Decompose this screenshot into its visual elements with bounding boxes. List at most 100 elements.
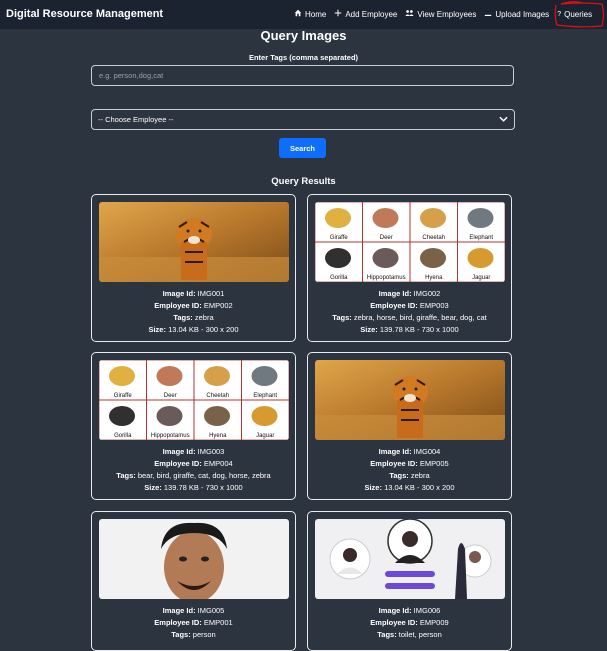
image-id-label: Image Id:: [378, 289, 412, 298]
result-image[interactable]: [315, 360, 505, 440]
nav-links: Home Add Employee View Employees Upload …: [294, 9, 592, 19]
plus-icon: [334, 9, 342, 19]
tiger-photo: [99, 202, 289, 282]
svg-text:Deer: Deer: [380, 235, 393, 241]
tags-label: Tags:: [332, 313, 352, 322]
svg-text:Jaguar: Jaguar: [256, 433, 274, 439]
image-id-value: IMG004: [413, 447, 441, 456]
animal-chart: Giraffe Deer Cheetah Elephant Gorilla Hippopo…: [315, 202, 505, 282]
employee-id-label: Employee ID:: [154, 459, 202, 468]
employee-id-label: Employee ID:: [154, 301, 202, 310]
card-meta: Image Id: IMG006 Employee ID: EMP009 Tag…: [308, 605, 511, 641]
employee-id-value: EMP003: [419, 301, 449, 310]
employee-id-value: EMP005: [419, 459, 449, 468]
employee-id-label: Employee ID:: [370, 301, 418, 310]
tags-label: Tags:: [389, 471, 409, 480]
tags-label: Tags:: [377, 630, 397, 639]
tags-value: zebra, horse, bird, giraffe, bear, dog, …: [353, 313, 487, 322]
svg-text:Hippopotamus: Hippopotamus: [367, 275, 406, 281]
image-id-label: Image Id:: [162, 289, 196, 298]
people-illustration: [315, 519, 505, 599]
size-label: Size:: [364, 483, 382, 492]
image-id-label: Image Id:: [162, 606, 196, 615]
nav-add-employee-label: Add Employee: [345, 9, 398, 19]
result-card: Image Id: IMG006 Employee ID: EMP009 Tag…: [307, 511, 512, 651]
tags-label: Tags:: [116, 471, 136, 480]
image-id-value: IMG005: [197, 606, 225, 615]
image-id-value: IMG006: [413, 606, 441, 615]
image-id-label: Image Id:: [378, 606, 412, 615]
svg-text:Gorilla: Gorilla: [330, 275, 348, 281]
card-meta: Image Id: IMG004 Employee ID: EMP005 Tag…: [308, 446, 511, 494]
card-meta: Image Id: IMG005 Employee ID: EMP001 Tag…: [92, 605, 295, 641]
size-label: Size:: [148, 325, 166, 334]
image-id-value: IMG003: [197, 447, 225, 456]
results-title: Query Results: [271, 176, 336, 187]
svg-text:Hyena: Hyena: [209, 433, 227, 439]
employee-id-label: Employee ID:: [370, 459, 418, 468]
svg-text:Hippopotamus: Hippopotamus: [151, 433, 190, 439]
tags-value: person: [192, 630, 216, 639]
size-label: Size:: [144, 483, 162, 492]
chevron-down-icon: [499, 115, 508, 124]
size-value: 13.04 KB - 300 x 200: [168, 325, 239, 334]
svg-text:Elephant: Elephant: [253, 393, 277, 399]
svg-text:Deer: Deer: [164, 393, 177, 399]
employee-id-value: EMP001: [203, 618, 233, 627]
nav-upload-images[interactable]: Upload Images: [484, 9, 549, 19]
tags-value: zebra: [410, 471, 430, 480]
home-icon: [294, 9, 302, 19]
result-card: Image Id: IMG001 Employee ID: EMP002 Tag…: [91, 194, 296, 342]
svg-text:Giraffe: Giraffe: [330, 235, 349, 241]
result-image[interactable]: Giraffe Deer Cheetah Elephant Gorilla Hippopo…: [99, 360, 289, 440]
employee-id-label: Employee ID:: [370, 618, 418, 627]
size-label: Size:: [360, 325, 378, 334]
tags-label: Tags:: [171, 630, 191, 639]
tags-value: bear, bird, giraffe, cat, dog, horse, ze…: [137, 471, 271, 480]
person-photo: [99, 519, 289, 599]
nav-view-employees[interactable]: View Employees: [405, 9, 476, 19]
result-card: Giraffe Deer Cheetah Elephant Gorilla Hippopo…: [307, 194, 512, 342]
people-icon: [405, 9, 414, 19]
tags-label: Enter Tags (comma separated): [248, 53, 359, 62]
employee-id-value: EMP004: [203, 459, 233, 468]
result-image[interactable]: [99, 202, 289, 282]
svg-text:Cheetah: Cheetah: [206, 393, 229, 399]
tags-label: Tags:: [173, 313, 193, 322]
tags-input[interactable]: [91, 65, 514, 86]
navbar: Digital Resource Management Home Add Emp…: [0, 0, 607, 29]
tags-value: toilet, person: [398, 630, 442, 639]
svg-text:Jaguar: Jaguar: [472, 275, 490, 281]
result-card: Image Id: IMG004 Employee ID: EMP005 Tag…: [307, 352, 512, 500]
result-image[interactable]: [99, 519, 289, 599]
employee-select-value: -- Choose Employee --: [98, 115, 174, 124]
image-id-label: Image Id:: [162, 447, 196, 456]
svg-text:Elephant: Elephant: [469, 235, 493, 241]
employee-select[interactable]: -- Choose Employee --: [91, 109, 515, 130]
size-value: 139.78 KB - 730 x 1000: [379, 325, 459, 334]
card-meta: Image Id: IMG002 Employee ID: EMP003 Tag…: [308, 288, 511, 336]
nav-upload-images-label: Upload Images: [495, 9, 550, 19]
image-id-value: IMG002: [413, 289, 441, 298]
result-image[interactable]: Giraffe Deer Cheetah Elephant Gorilla Hippopo…: [315, 202, 505, 282]
card-meta: Image Id: IMG001 Employee ID: EMP002 Tag…: [92, 288, 295, 336]
page-title: Query Images: [260, 28, 347, 43]
search-button[interactable]: Search: [279, 138, 326, 158]
nav-view-employees-label: View Employees: [417, 9, 477, 19]
tags-value: zebra: [194, 313, 214, 322]
result-card: Image Id: IMG005 Employee ID: EMP001 Tag…: [91, 511, 296, 651]
result-image[interactable]: [315, 519, 505, 599]
svg-text:Cheetah: Cheetah: [422, 235, 445, 241]
nav-home-label: Home: [305, 9, 327, 19]
brand-title[interactable]: Digital Resource Management: [6, 8, 163, 20]
image-id-label: Image Id:: [378, 447, 412, 456]
tiger-photo: [315, 360, 505, 440]
svg-text:Hyena: Hyena: [425, 275, 443, 281]
svg-text:Giraffe: Giraffe: [114, 393, 133, 399]
employee-id-label: Employee ID:: [154, 618, 202, 627]
red-highlight-circle: [554, 1, 605, 28]
nav-add-employee[interactable]: Add Employee: [334, 9, 397, 19]
nav-home[interactable]: Home: [294, 9, 326, 19]
upload-icon: [484, 9, 492, 19]
size-value: 139.78 KB - 730 x 1000: [163, 483, 243, 492]
